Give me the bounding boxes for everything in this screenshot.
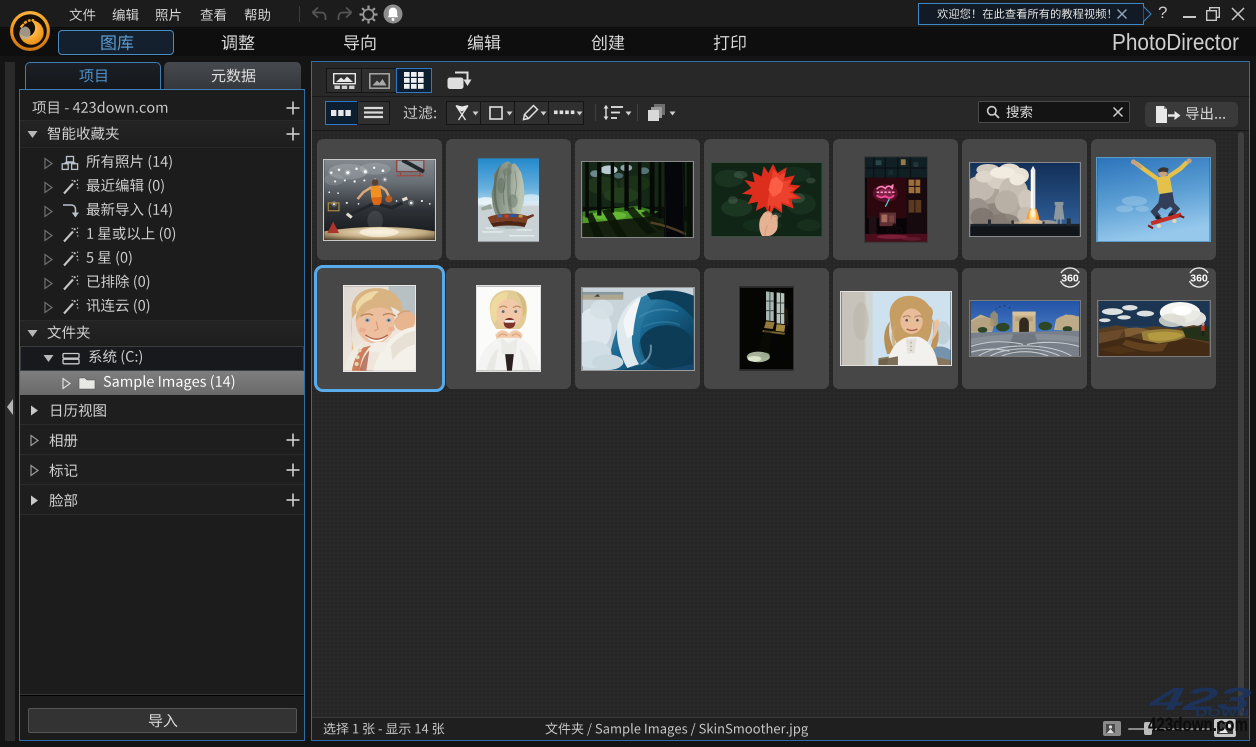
svg-text:PhotoDirector: PhotoDirector (1112, 29, 1239, 55)
svg-text:360: 360 (1190, 273, 1208, 285)
svg-text:360: 360 (1061, 273, 1079, 285)
svg-text:423down.com: 423down.com (1148, 715, 1248, 736)
